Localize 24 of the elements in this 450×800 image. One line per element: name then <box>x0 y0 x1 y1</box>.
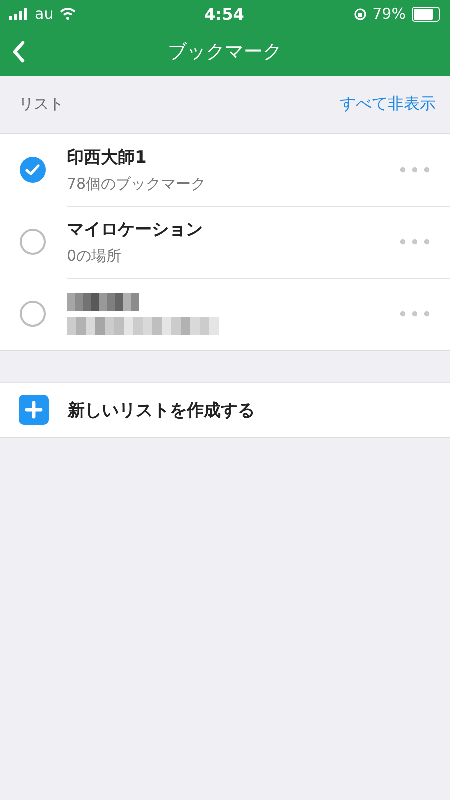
more-icon[interactable] <box>400 166 430 172</box>
create-list-button[interactable]: 新しいリストを作成する <box>0 382 450 438</box>
plus-icon <box>19 395 49 425</box>
rotation-lock-icon <box>354 8 367 20</box>
back-icon <box>12 40 26 64</box>
list-row[interactable]: マイロケーション 0の場所 <box>0 206 450 278</box>
battery-percent: 79% <box>372 5 406 23</box>
screen-title: ブックマーク <box>168 40 282 65</box>
list-name: 印西大師1 <box>67 146 148 168</box>
carrier-name: au <box>35 5 54 23</box>
more-icon[interactable] <box>400 238 430 244</box>
list-row[interactable]: 印西大師1 78個のブックマーク <box>0 134 450 206</box>
unchecked-circle-icon[interactable] <box>19 228 47 256</box>
list-name: マイロケーション <box>67 218 203 240</box>
list-count: 0の場所 <box>67 246 123 266</box>
checked-circle-icon[interactable] <box>19 156 47 184</box>
list-count: 78個のブックマーク <box>67 174 206 194</box>
more-icon[interactable] <box>400 311 430 317</box>
wifi-icon <box>60 8 76 20</box>
battery-icon <box>412 6 440 22</box>
unchecked-circle-icon[interactable] <box>19 300 47 328</box>
signal-icon <box>9 8 29 20</box>
section-header: リスト <box>19 95 64 114</box>
clock-time: 4:54 <box>204 4 244 24</box>
